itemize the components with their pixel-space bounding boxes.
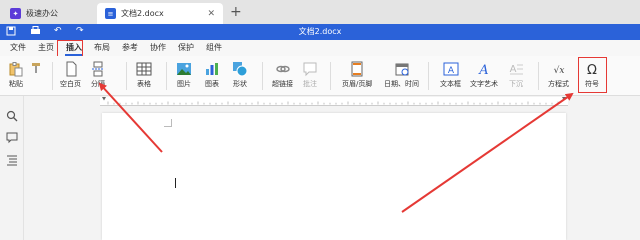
app-window: ✦ 极速办公 ≡ 文档2.docx ✕ + ↶ ↷ 文档2.docx 文件 主页…	[0, 0, 640, 240]
separator	[52, 62, 53, 90]
ribbon-toolbar: 粘贴 空白页 分隔 表格 图片 图表 形状 超链接 批注 页眉/页脚 日期、时间…	[0, 56, 640, 96]
chart-label: 图表	[205, 80, 219, 88]
document-icon: ≡	[105, 8, 116, 19]
menu-collaborate[interactable]: 协作	[144, 40, 172, 56]
svg-text:√x: √x	[553, 65, 564, 76]
svg-text:A: A	[510, 64, 517, 75]
svg-text:A: A	[478, 63, 488, 77]
comment-button[interactable]: 批注	[302, 61, 318, 89]
menu-home[interactable]: 主页	[32, 40, 60, 56]
header-footer-icon	[349, 61, 365, 77]
image-label: 图片	[177, 80, 191, 88]
tab-label: 极速办公	[26, 9, 58, 18]
chart-button[interactable]: 图表	[204, 61, 220, 89]
drop-cap-label: 下沉	[509, 80, 523, 88]
menu-protect[interactable]: 保护	[172, 40, 200, 56]
menu-plugins[interactable]: 组件	[200, 40, 228, 56]
textbox-button[interactable]: A 文本框	[440, 61, 461, 89]
close-icon[interactable]: ✕	[207, 9, 215, 19]
page-break-icon	[90, 61, 106, 77]
blank-page-button[interactable]: 空白页	[60, 61, 81, 89]
textbox-label: 文本框	[440, 80, 461, 88]
equation-icon: √x	[551, 61, 567, 77]
word-art-label: 文字艺术	[470, 80, 498, 88]
image-icon	[176, 61, 192, 77]
comment-icon	[302, 61, 318, 77]
margin-mark	[164, 119, 172, 127]
new-tab-button[interactable]: +	[230, 4, 242, 20]
separator	[330, 62, 331, 90]
paste-icon	[8, 61, 24, 77]
left-sidebar	[0, 96, 24, 240]
menu-layout[interactable]: 布局	[88, 40, 116, 56]
app-logo-icon: ✦	[10, 8, 21, 19]
date-time-label: 日期、时间	[384, 80, 419, 88]
equation-button[interactable]: √x 方程式	[548, 61, 569, 89]
header-footer-button[interactable]: 页眉/页脚	[342, 61, 372, 89]
link-icon	[275, 61, 291, 77]
menu-references[interactable]: 参考	[116, 40, 144, 56]
paste-button[interactable]: 粘贴	[8, 61, 24, 89]
browser-tab-bar: ✦ 极速办公 ≡ 文档2.docx ✕ +	[0, 0, 640, 24]
shape-label: 形状	[233, 80, 247, 88]
shape-icon	[232, 61, 248, 77]
highlight-box-symbol	[578, 57, 607, 93]
date-time-button[interactable]: 日期、时间	[384, 61, 419, 89]
separator	[166, 62, 167, 90]
tab-label: 文档2.docx	[121, 9, 164, 18]
comment-label: 批注	[303, 80, 317, 88]
tab-app-home[interactable]: ✦ 极速办公	[2, 3, 92, 24]
separator	[428, 62, 429, 90]
separator	[262, 62, 263, 90]
drop-cap-icon: A	[508, 61, 524, 77]
menu-bar: 文件 主页 插入 布局 参考 协作 保护 组件	[0, 40, 640, 56]
paste-label: 粘贴	[9, 80, 23, 88]
hyperlink-button[interactable]: 超链接	[272, 61, 293, 89]
word-art-icon: A	[476, 61, 492, 78]
document-title: 文档2.docx	[298, 27, 342, 36]
equation-label: 方程式	[548, 80, 569, 88]
table-label: 表格	[137, 80, 151, 88]
comment-panel-icon[interactable]	[6, 132, 18, 144]
tab-document[interactable]: ≡ 文档2.docx ✕	[97, 3, 223, 24]
break-button[interactable]: 分隔	[90, 61, 106, 89]
document-page[interactable]	[102, 113, 566, 240]
separator	[538, 62, 539, 90]
break-label: 分隔	[91, 80, 105, 88]
drop-cap-button[interactable]: A 下沉	[508, 61, 524, 89]
header-footer-label: 页眉/页脚	[342, 80, 373, 88]
highlight-box-insert-tab	[57, 40, 83, 57]
separator	[126, 62, 127, 90]
blank-page-label: 空白页	[60, 80, 81, 88]
calendar-icon	[394, 61, 410, 77]
blank-page-icon	[63, 61, 79, 77]
table-icon	[136, 61, 152, 77]
brush-icon	[30, 62, 42, 74]
table-button[interactable]: 表格	[136, 61, 152, 89]
title-bar: ↶ ↷ 文档2.docx	[0, 24, 640, 40]
ruler-scale	[102, 97, 566, 105]
text-cursor	[175, 178, 176, 188]
chart-icon	[204, 61, 220, 77]
search-icon[interactable]	[6, 110, 18, 122]
format-painter-button[interactable]	[30, 62, 42, 76]
navigation-icon[interactable]	[6, 154, 18, 166]
menu-file[interactable]: 文件	[4, 40, 32, 56]
horizontal-ruler[interactable]	[100, 97, 568, 106]
svg-text:A: A	[447, 66, 454, 76]
word-art-button[interactable]: A 文字艺术	[470, 61, 498, 89]
textbox-icon: A	[443, 61, 459, 77]
hyperlink-label: 超链接	[272, 80, 293, 88]
image-button[interactable]: 图片	[176, 61, 192, 89]
shape-button[interactable]: 形状	[232, 61, 248, 89]
